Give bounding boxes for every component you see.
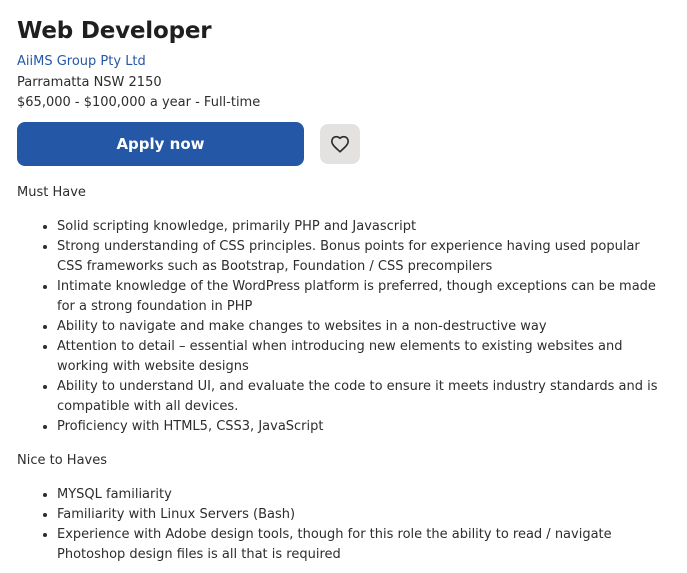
list-item: Ability to understand UI, and evaluate t… — [57, 377, 667, 417]
save-job-button[interactable] — [320, 124, 360, 164]
list-item: Proficiency with HTML5, CSS3, JavaScript — [57, 417, 667, 437]
must-have-heading: Must Have — [17, 185, 86, 200]
list-item: Experience with Adobe design tools, thou… — [57, 525, 667, 565]
nice-to-haves-heading: Nice to Haves — [17, 453, 108, 468]
list-item: Attention to detail – essential when int… — [57, 337, 667, 377]
list-item: Familiarity with Linux Servers (Bash) — [57, 505, 667, 525]
heart-icon — [331, 135, 349, 153]
salary-and-type: $65,000 - $100,000 a year - Full-time — [17, 95, 261, 110]
company-link[interactable]: AiiMS Group Pty Ltd — [17, 53, 146, 71]
nice-to-haves-list: MYSQL familiarity Familiarity with Linux… — [17, 485, 667, 565]
must-have-list: Solid scripting knowledge, primarily PHP… — [17, 217, 667, 437]
list-item: Intimate knowledge of the WordPress plat… — [57, 277, 667, 317]
list-item: Solid scripting knowledge, primarily PHP… — [57, 217, 667, 237]
job-view: Web Developer AiiMS Group Pty Ltd Parram… — [0, 0, 687, 573]
list-item: Strong understanding of CSS principles. … — [57, 237, 667, 277]
job-actions: Apply now — [17, 122, 687, 166]
job-location: Parramatta NSW 2150 — [17, 75, 162, 90]
list-item: MYSQL familiarity — [57, 485, 667, 505]
apply-now-button[interactable]: Apply now — [17, 122, 304, 166]
list-item: Ability to navigate and make changes to … — [57, 317, 667, 337]
job-title: Web Developer — [17, 18, 212, 44]
